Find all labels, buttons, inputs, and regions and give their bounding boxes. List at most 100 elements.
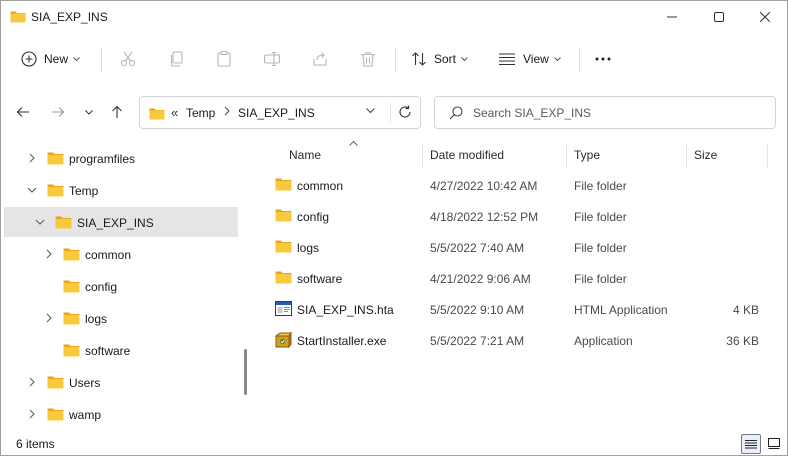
folder-icon (275, 271, 292, 284)
file-name[interactable]: config (297, 210, 329, 224)
view-button[interactable]: View (498, 37, 561, 81)
tree-item-sia-exp-ins[interactable]: SIA_EXP_INS (4, 207, 238, 237)
column-divider[interactable] (686, 143, 687, 167)
hta-file-icon (275, 301, 292, 316)
rename-button[interactable] (263, 37, 281, 81)
file-name[interactable]: software (297, 272, 342, 286)
folder-icon (63, 280, 80, 293)
tree-item-temp[interactable]: Temp (4, 175, 238, 205)
address-divider (390, 103, 391, 123)
chevron-right-icon[interactable] (224, 106, 230, 116)
details-view-button[interactable] (741, 434, 761, 454)
address-overflow[interactable]: « (171, 105, 178, 120)
details-view-icon (745, 439, 757, 448)
file-row[interactable]: logs 5/5/2022 7:40 AM File folder (271, 232, 779, 263)
file-name[interactable]: common (297, 179, 343, 193)
command-bar: New Sort View (1, 37, 787, 81)
installer-exe-icon (275, 332, 292, 348)
more-options-button[interactable] (595, 37, 611, 81)
chevron-down-icon[interactable] (35, 219, 45, 225)
tree-item-label: software (85, 344, 131, 358)
column-header-type[interactable]: Type (574, 148, 600, 168)
file-row[interactable]: software 4/21/2022 9:06 AM File folder (271, 263, 779, 294)
tree-item-programfiles[interactable]: programfiles (4, 143, 238, 173)
large-icons-view-button[interactable] (764, 434, 784, 454)
chevron-right-icon[interactable] (29, 377, 35, 387)
close-button[interactable] (742, 1, 787, 33)
title-bar[interactable]: SIA_EXP_INS (1, 1, 787, 33)
file-date: 5/5/2022 7:21 AM (430, 334, 525, 348)
breadcrumb-segment-current[interactable]: SIA_EXP_INS (238, 106, 315, 120)
folder-icon (275, 240, 292, 253)
window-title: SIA_EXP_INS (31, 10, 108, 24)
file-name[interactable]: StartInstaller.exe (297, 334, 386, 348)
chevron-right-icon[interactable] (29, 153, 35, 163)
file-row[interactable]: SIA_EXP_INS.hta 5/5/2022 9:10 AM HTML Ap… (271, 294, 779, 325)
chevron-down-icon[interactable] (366, 108, 375, 114)
chevron-right-icon[interactable] (46, 313, 52, 323)
up-button[interactable] (103, 95, 131, 129)
chevron-down-icon (73, 56, 80, 61)
tree-item-logs[interactable]: logs (4, 303, 238, 333)
forward-button[interactable] (44, 95, 72, 129)
nav-pane-scrollbar[interactable] (244, 349, 247, 395)
chevron-down-icon[interactable] (27, 187, 37, 193)
refresh-icon[interactable] (398, 105, 412, 119)
view-list-icon (499, 53, 515, 66)
chevron-right-icon[interactable] (46, 249, 52, 259)
delete-button[interactable] (359, 37, 377, 81)
recent-locations-button[interactable] (75, 95, 103, 129)
file-row[interactable]: common 4/27/2022 10:42 AM File folder (271, 170, 779, 201)
column-header-name[interactable]: Name (289, 148, 321, 168)
tree-item-users[interactable]: Users (4, 367, 238, 397)
paste-button[interactable] (215, 37, 233, 81)
file-row[interactable]: config 4/18/2022 12:52 PM File folder (271, 201, 779, 232)
sort-icon (412, 52, 426, 66)
tree-item-software[interactable]: software (4, 335, 238, 365)
folder-icon (47, 376, 64, 389)
file-list: Name Date modified Type Size common 4/27… (259, 141, 779, 431)
back-button[interactable] (9, 95, 37, 129)
tree-item-common[interactable]: common (4, 239, 238, 269)
address-bar[interactable]: « Temp SIA_EXP_INS (139, 96, 421, 129)
tree-item-wamp[interactable]: wamp (4, 399, 238, 429)
chevron-down-icon (461, 56, 468, 61)
close-icon (760, 12, 770, 22)
tree-item-config[interactable]: config (4, 271, 238, 301)
address-row: « Temp SIA_EXP_INS (1, 95, 787, 129)
folder-icon (47, 408, 64, 421)
copy-button[interactable] (168, 37, 186, 81)
file-size: 36 KB (726, 334, 759, 348)
file-row[interactable]: StartInstaller.exe 5/5/2022 7:21 AM Appl… (271, 325, 779, 356)
folder-icon (63, 248, 80, 261)
breadcrumb-segment-temp[interactable]: Temp (186, 106, 215, 120)
chevron-right-icon[interactable] (29, 409, 35, 419)
folder-icon (47, 184, 64, 197)
folder-icon (63, 344, 80, 357)
maximize-icon (714, 12, 724, 22)
column-divider[interactable] (566, 143, 567, 167)
cut-button[interactable] (119, 37, 137, 81)
column-header-size[interactable]: Size (694, 148, 717, 168)
arrow-up-icon (112, 105, 122, 118)
file-name[interactable]: SIA_EXP_INS.hta (297, 303, 394, 317)
share-button[interactable] (311, 37, 329, 81)
arrow-left-icon (16, 107, 29, 117)
minimize-icon (667, 16, 677, 18)
search-input[interactable] (473, 102, 763, 124)
more-dots-icon (595, 57, 611, 61)
new-button[interactable]: New (21, 37, 80, 81)
item-count: 6 items (16, 437, 55, 451)
tree-item-label: programfiles (69, 152, 136, 166)
sort-button[interactable]: Sort (411, 37, 468, 81)
search-box[interactable] (434, 96, 776, 129)
file-name[interactable]: logs (297, 241, 319, 255)
maximize-button[interactable] (696, 1, 742, 33)
column-divider[interactable] (422, 143, 423, 167)
file-date: 4/21/2022 9:06 AM (430, 272, 531, 286)
column-header-date[interactable]: Date modified (430, 148, 504, 168)
minimize-button[interactable] (649, 1, 695, 33)
file-date: 5/5/2022 9:10 AM (430, 303, 525, 317)
column-divider[interactable] (767, 143, 768, 167)
arrow-right-icon (52, 107, 65, 117)
